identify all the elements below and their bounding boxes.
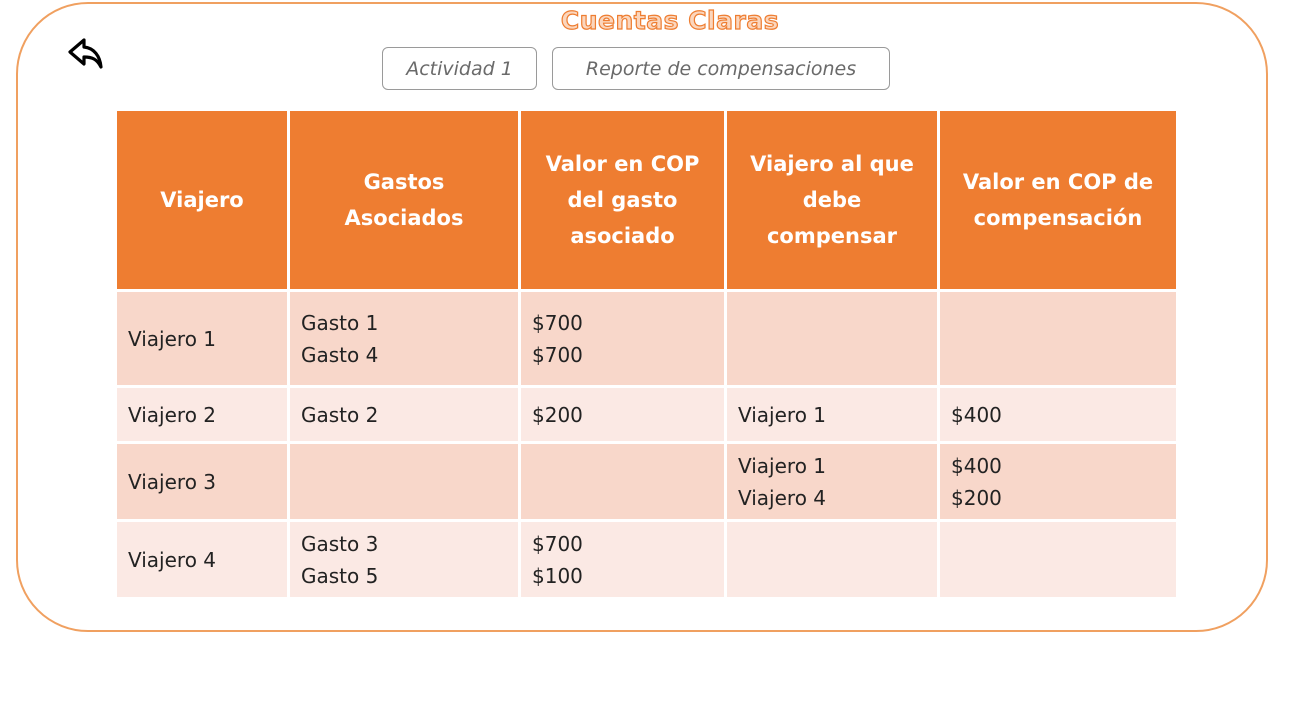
header-gastos-asociados: Gastos Asociados xyxy=(287,108,521,292)
cell-compensation-values xyxy=(937,519,1179,600)
cell-expense-values xyxy=(518,441,727,522)
table-row: Viajero 2 Gasto 2 $200 Viajero 1 $400 xyxy=(114,385,1179,444)
cell-compensate-to: Viajero 1 Viajero 4 xyxy=(724,441,940,522)
cell-compensate-to xyxy=(724,289,940,388)
table-row: Viajero 1 Gasto 1 Gasto 4 $700 $700 xyxy=(114,289,1179,388)
compensation-report-table: Viajero Gastos Asociados Valor en COP de… xyxy=(114,108,1179,600)
header-viajero-compensar: Viajero al que debe compensar xyxy=(724,108,940,292)
cell-compensation-values: $400 xyxy=(937,385,1179,444)
tab-actividad-1[interactable]: Actividad 1 xyxy=(382,47,537,90)
cell-traveler: Viajero 4 xyxy=(114,519,290,600)
cell-expenses: Gasto 3 Gasto 5 xyxy=(287,519,521,600)
tab-reporte-de-compensaciones[interactable]: Reporte de compensaciones xyxy=(552,47,890,90)
cell-traveler: Viajero 2 xyxy=(114,385,290,444)
cell-expense-values: $700 $100 xyxy=(518,519,727,600)
table-header-row: Viajero Gastos Asociados Valor en COP de… xyxy=(114,108,1179,292)
cell-expense-values: $700 $700 xyxy=(518,289,727,388)
app-title: Cuentas Claras xyxy=(560,5,780,35)
cell-compensation-values xyxy=(937,289,1179,388)
header-valor-compensacion: Valor en COP de compensación xyxy=(937,108,1179,292)
undo-arrow-icon[interactable] xyxy=(66,36,106,72)
table-row: Viajero 4 Gasto 3 Gasto 5 $700 $100 xyxy=(114,519,1179,600)
cell-expense-values: $200 xyxy=(518,385,727,444)
cell-traveler: Viajero 1 xyxy=(114,289,290,388)
table-row: Viajero 3 Viajero 1 Viajero 4 $400 $200 xyxy=(114,441,1179,522)
cell-expenses: Gasto 2 xyxy=(287,385,521,444)
cell-traveler: Viajero 3 xyxy=(114,441,290,522)
cell-expenses xyxy=(287,441,521,522)
header-viajero: Viajero xyxy=(114,108,290,292)
cell-compensation-values: $400 $200 xyxy=(937,441,1179,522)
cell-expenses: Gasto 1 Gasto 4 xyxy=(287,289,521,388)
cell-compensate-to: Viajero 1 xyxy=(724,385,940,444)
cell-compensate-to xyxy=(724,519,940,600)
header-valor-gasto: Valor en COP del gasto asociado xyxy=(518,108,727,292)
